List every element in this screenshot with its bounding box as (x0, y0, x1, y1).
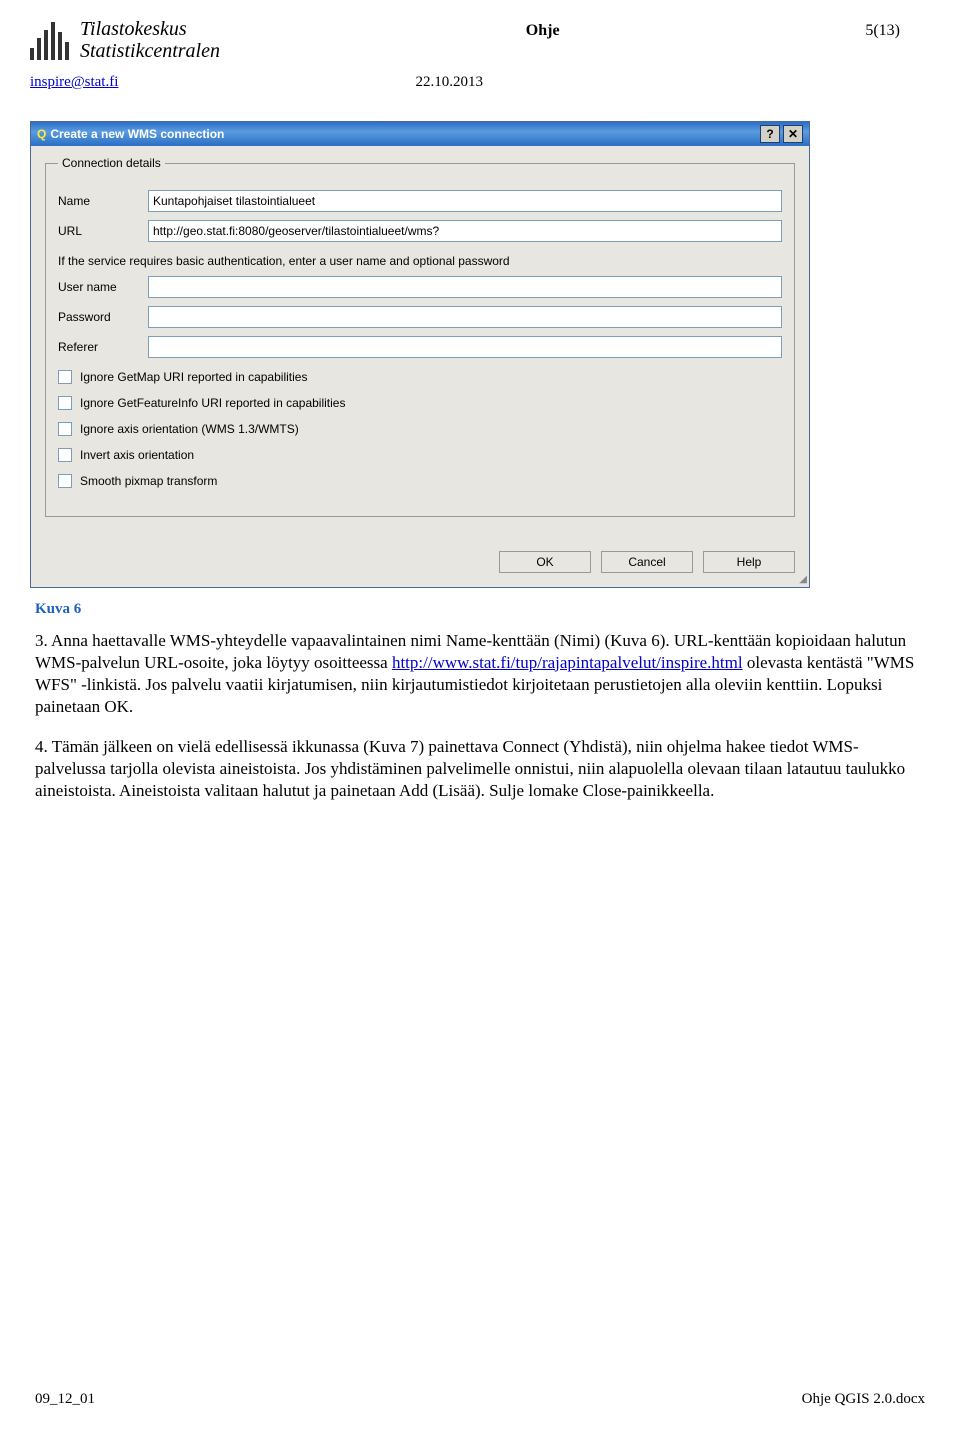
page-number: 5(13) (865, 18, 900, 40)
checkbox-smooth-pixmap[interactable] (58, 474, 72, 488)
logo: Tilastokeskus Statistikcentralen (30, 18, 220, 62)
cancel-button[interactable]: Cancel (601, 551, 693, 573)
checkbox-label: Ignore axis orientation (WMS 1.3/WMTS) (80, 422, 299, 436)
resize-grip-icon[interactable]: ◢ (799, 574, 807, 585)
page-title: Ohje (220, 18, 865, 40)
username-input[interactable] (148, 276, 782, 298)
header-email-link[interactable]: inspire@stat.fi (30, 74, 118, 91)
name-label: Name (58, 194, 148, 208)
url-label: URL (58, 224, 148, 238)
paragraph-2: 4. Tämän jälkeen on vielä edellisessä ik… (35, 736, 925, 802)
password-input[interactable] (148, 306, 782, 328)
checkbox-ignore-getfeatureinfo[interactable] (58, 396, 72, 410)
footer-right: Ohje QGIS 2.0.docx (802, 1391, 925, 1408)
checkbox-label: Ignore GetMap URI reported in capabiliti… (80, 370, 307, 384)
help-button[interactable]: ? (760, 125, 780, 143)
footer-left: 09_12_01 (35, 1391, 95, 1408)
referer-label: Referer (58, 340, 148, 354)
checkbox-ignore-getmap[interactable] (58, 370, 72, 384)
password-label: Password (58, 310, 148, 324)
inspire-link[interactable]: http://www.stat.fi/tup/rajapintapalvelut… (392, 653, 743, 672)
checkbox-label: Invert axis orientation (80, 448, 194, 462)
dialog-title: Create a new WMS connection (50, 127, 224, 141)
checkbox-invert-axis[interactable] (58, 448, 72, 462)
checkbox-ignore-axis[interactable] (58, 422, 72, 436)
auth-note: If the service requires basic authentica… (58, 254, 782, 268)
paragraph-1: 3. Anna haettavalle WMS-yhteydelle vapaa… (35, 630, 925, 718)
referer-input[interactable] (148, 336, 782, 358)
fieldset-legend: Connection details (58, 156, 165, 170)
header-date: 22.10.2013 (415, 74, 483, 91)
username-label: User name (58, 280, 148, 294)
logo-text-2: Statistikcentralen (80, 40, 220, 62)
close-icon[interactable]: ✕ (783, 125, 803, 143)
checkbox-label: Ignore GetFeatureInfo URI reported in ca… (80, 396, 345, 410)
logo-bars-icon (30, 20, 70, 60)
url-input[interactable] (148, 220, 782, 242)
help-button[interactable]: Help (703, 551, 795, 573)
name-input[interactable] (148, 190, 782, 212)
checkbox-label: Smooth pixmap transform (80, 474, 217, 488)
figure-caption: Kuva 6 (35, 600, 925, 620)
wms-connection-dialog: Q Create a new WMS connection ? ✕ Connec… (30, 121, 810, 588)
logo-text-1: Tilastokeskus (80, 18, 220, 40)
ok-button[interactable]: OK (499, 551, 591, 573)
app-icon: Q (37, 127, 46, 141)
